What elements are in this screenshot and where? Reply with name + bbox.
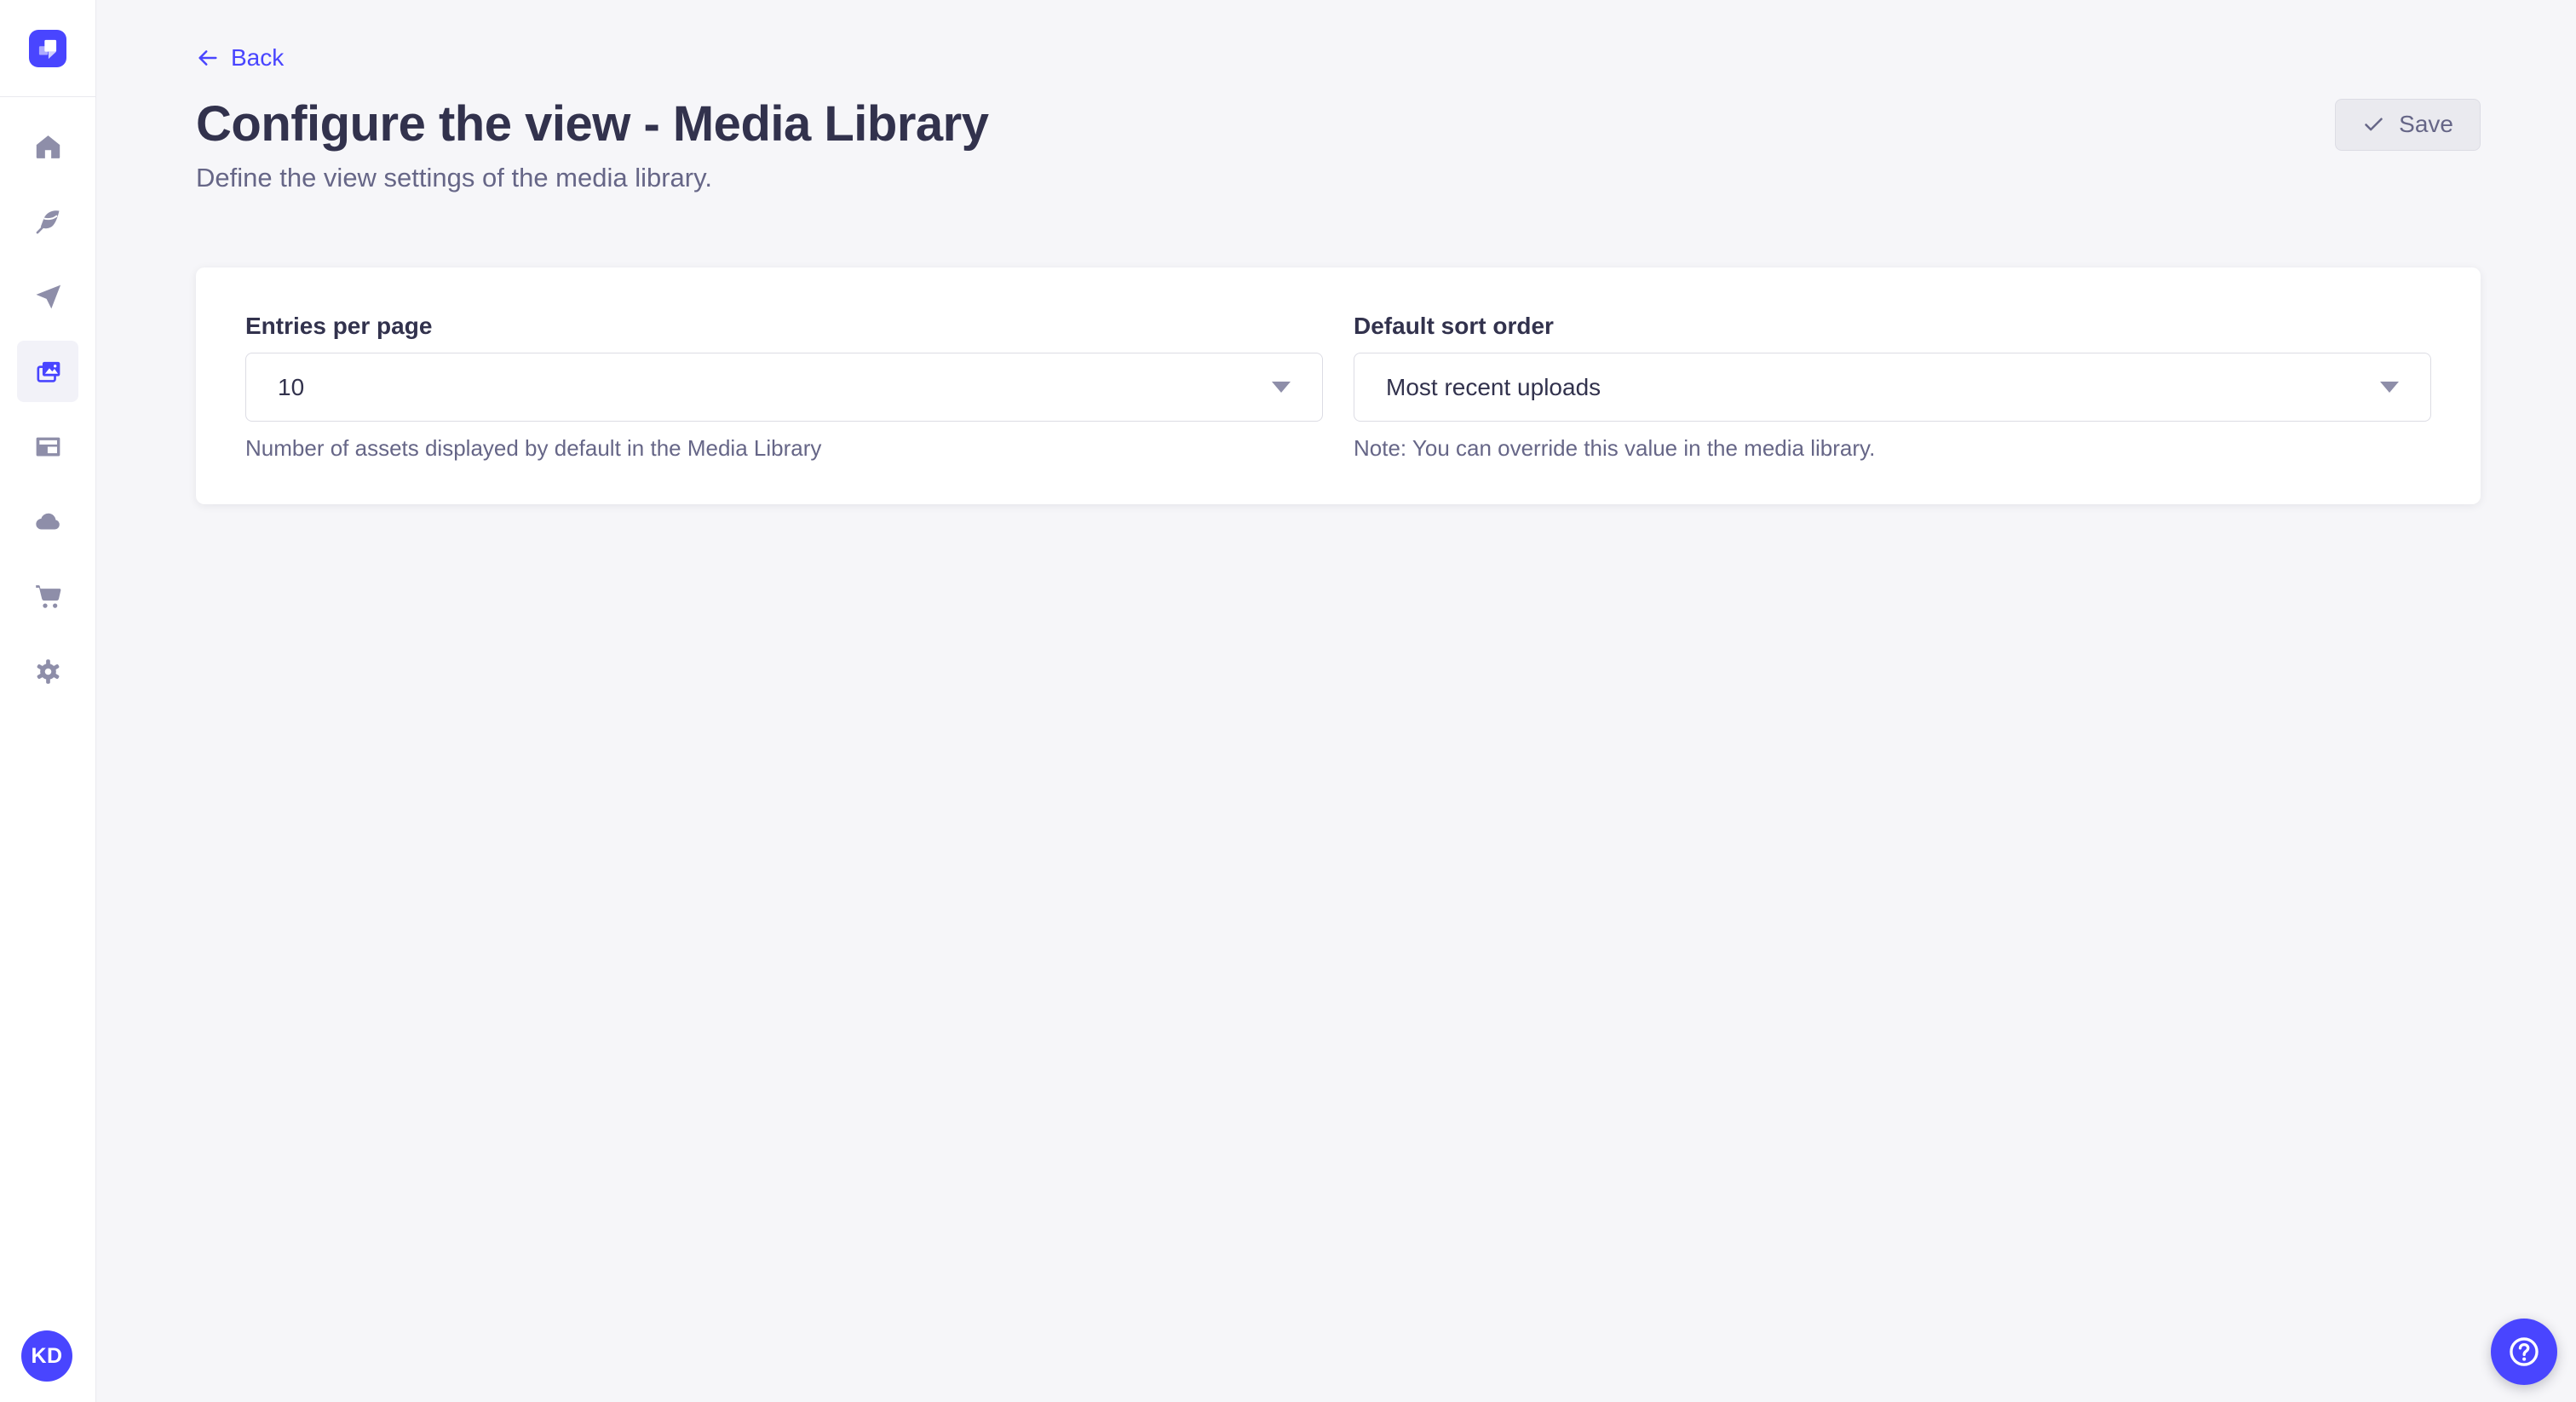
sidebar-item-home[interactable]	[17, 116, 78, 177]
gear-icon	[33, 657, 63, 687]
field-entries-per-page: Entries per page 10 Number of assets dis…	[245, 312, 1323, 462]
user-avatar[interactable]: KD	[21, 1330, 72, 1382]
logo-area	[0, 0, 95, 97]
cloud-icon	[33, 507, 63, 537]
save-button[interactable]: Save	[2335, 99, 2481, 151]
sidebar-nav	[17, 116, 78, 702]
settings-card: Entries per page 10 Number of assets dis…	[196, 267, 2481, 504]
chevron-down-icon	[1272, 382, 1291, 393]
header-row: Configure the view - Media Library Save	[196, 95, 2481, 154]
strapi-logo-icon	[29, 30, 66, 67]
default-sort-order-hint: Note: You can override this value in the…	[1354, 434, 2431, 462]
sidebar-item-content-manager[interactable]	[17, 191, 78, 252]
back-label: Back	[231, 44, 284, 72]
main-content: Back Configure the view - Media Library …	[96, 0, 2576, 504]
sidebar-item-settings[interactable]	[17, 641, 78, 702]
paper-plane-icon	[33, 282, 63, 312]
entries-per-page-label: Entries per page	[245, 312, 1323, 341]
sidebar-item-marketplace[interactable]	[17, 566, 78, 627]
help-button[interactable]	[2491, 1319, 2557, 1385]
sidebar-item-releases[interactable]	[17, 266, 78, 327]
entries-per-page-value: 10	[278, 374, 304, 401]
home-icon	[33, 132, 63, 162]
sidebar-item-content-type-builder[interactable]	[17, 416, 78, 477]
media-library-icon	[33, 357, 63, 387]
feather-icon	[33, 207, 63, 237]
page-subtitle: Define the view settings of the media li…	[196, 162, 2481, 194]
back-link[interactable]: Back	[196, 44, 284, 72]
layout-icon	[33, 432, 63, 462]
entries-per-page-hint: Number of assets displayed by default in…	[245, 434, 1323, 462]
check-icon	[2362, 113, 2385, 136]
entries-per-page-select[interactable]: 10	[245, 353, 1323, 422]
sidebar: KD	[0, 0, 96, 1402]
question-mark-icon	[2506, 1334, 2542, 1370]
sidebar-item-media-library[interactable]	[17, 341, 78, 402]
sidebar-item-deploy[interactable]	[17, 491, 78, 552]
save-label: Save	[2399, 111, 2453, 138]
back-arrow-icon	[196, 46, 220, 70]
strapi-logo[interactable]	[29, 30, 66, 67]
default-sort-order-label: Default sort order	[1354, 312, 2431, 341]
field-default-sort-order: Default sort order Most recent uploads N…	[1354, 312, 2431, 462]
chevron-down-icon	[2380, 382, 2399, 393]
page-title: Configure the view - Media Library	[196, 95, 988, 154]
default-sort-order-select[interactable]: Most recent uploads	[1354, 353, 2431, 422]
default-sort-order-value: Most recent uploads	[1386, 374, 1601, 401]
cart-icon	[33, 582, 63, 612]
